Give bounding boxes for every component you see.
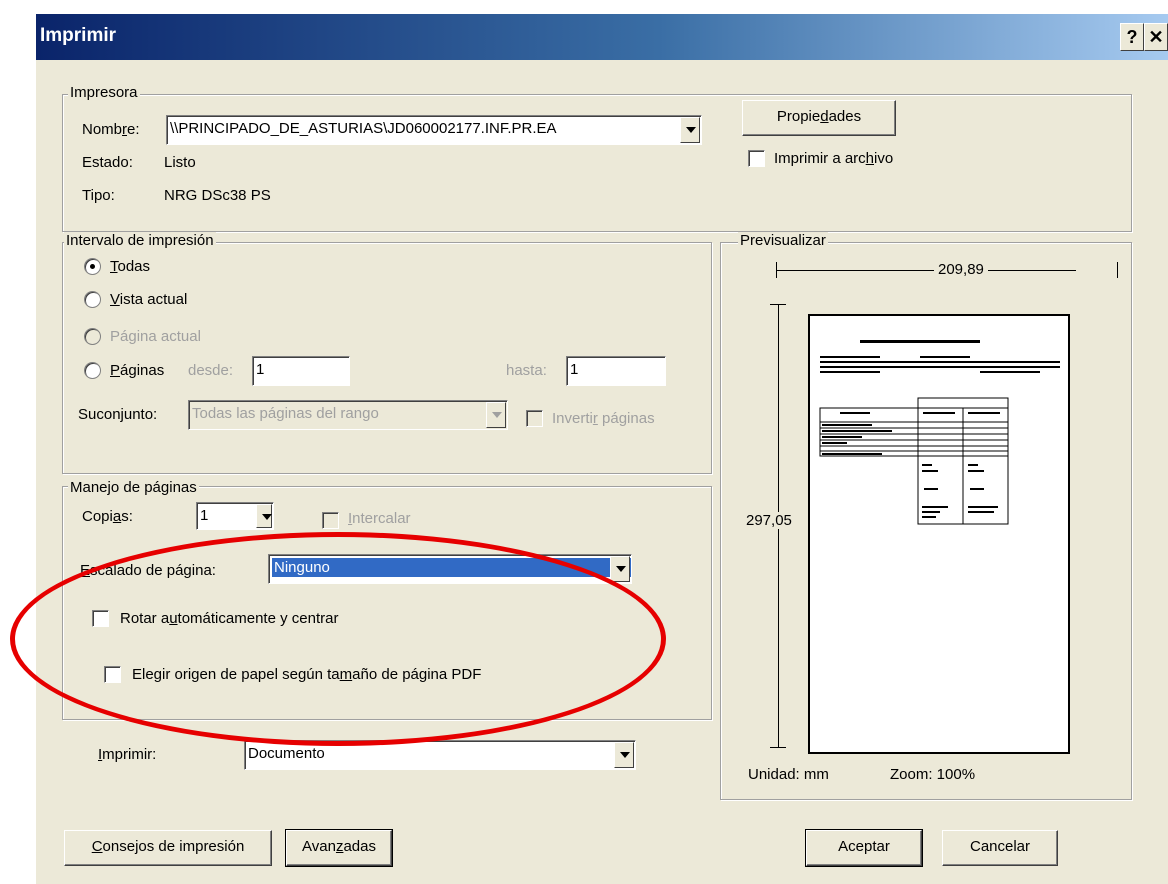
print-to-file-checkbox[interactable] [748, 150, 765, 167]
subset-value: Todas las páginas del rango [192, 405, 379, 422]
auto-rotate-label: Rotar automáticamente y centrar [120, 610, 339, 627]
radio-current-view[interactable] [84, 291, 101, 308]
printer-type-label: Tipo: [82, 187, 115, 204]
copies-label: Copias: [82, 508, 133, 525]
radio-pages-label: Páginas [110, 362, 165, 379]
print-range-legend: Intervalo de impresión [64, 232, 216, 249]
collate-checkbox[interactable] [322, 512, 339, 529]
close-button[interactable]: ✕ [1144, 23, 1168, 51]
print-tips-button[interactable]: Consejos de impresión [64, 830, 272, 866]
chevron-down-icon[interactable] [486, 402, 506, 428]
scaling-label: Escalado de página: [80, 562, 216, 579]
radio-all-label: Todas [110, 258, 151, 275]
radio-current-page-label: Página actual [110, 328, 201, 345]
printer-name-value: \\PRINCIPADO_DE_ASTURIAS\JD060002177.INF… [170, 120, 557, 137]
preview-legend: Previsualizar [738, 232, 828, 249]
printer-state-value: Listo [164, 154, 196, 171]
title-bar[interactable]: Imprimir ? ✕ [36, 14, 1168, 60]
print-dialog: Imprimir ? ✕ Impresora Nombre: \\PRINCIP… [36, 14, 1168, 884]
radio-pages[interactable] [84, 362, 101, 379]
scaling-select[interactable]: Ninguno [268, 554, 632, 584]
scaling-value: Ninguno [272, 558, 631, 577]
printer-legend: Impresora [68, 84, 140, 101]
pages-to-input[interactable]: 1 [566, 356, 666, 386]
printer-state-label: Estado: [82, 154, 133, 171]
page-preview [808, 314, 1070, 754]
stepper-arrows-icon[interactable] [256, 504, 272, 528]
pages-to-label: hasta: [506, 362, 547, 379]
width-dimension-tick-left [776, 262, 777, 278]
copies-value: 1 [200, 507, 209, 524]
page-handling-legend: Manejo de páginas [68, 479, 199, 496]
auto-rotate-checkbox[interactable] [92, 610, 109, 627]
pages-from-input[interactable]: 1 [252, 356, 350, 386]
printer-type-value: NRG DSc38 PS [164, 187, 271, 204]
printer-name-label: Nombre: [82, 121, 140, 138]
properties-button[interactable]: Propiedades [742, 100, 896, 136]
subset-label: Suconjunto: [78, 406, 158, 423]
window-title: Imprimir [40, 25, 117, 46]
width-dimension-tick-right [1117, 262, 1118, 278]
radio-current-view-label: Vista actual [110, 291, 188, 308]
print-to-file-label: Imprimir a archivo [774, 150, 894, 167]
advanced-button[interactable]: Avanzadas [285, 829, 393, 867]
reverse-pages-checkbox[interactable] [526, 410, 543, 427]
copies-stepper[interactable]: 1 [196, 502, 274, 530]
preview-height: 297,05 [746, 512, 792, 529]
collate-label: Intercalar [348, 510, 411, 527]
page-preview-thumbnail [819, 340, 1060, 525]
chevron-down-icon[interactable] [610, 556, 630, 582]
print-what-select[interactable]: Documento [244, 740, 636, 770]
radio-current-page[interactable] [84, 328, 101, 345]
chevron-down-icon[interactable] [680, 117, 700, 143]
paper-source-label: Elegir origen de papel según tamaño de p… [132, 666, 482, 683]
radio-all[interactable] [84, 258, 101, 275]
print-what-label: Imprimir: [98, 746, 157, 763]
reverse-pages-label: Invertir páginas [552, 410, 655, 427]
paper-source-checkbox[interactable] [104, 666, 121, 683]
help-button[interactable]: ? [1120, 23, 1144, 51]
preview-width: 209,89 [934, 261, 988, 278]
pages-from-label: desde: [188, 362, 234, 379]
print-what-value: Documento [248, 745, 325, 762]
cancel-button[interactable]: Cancelar [942, 830, 1058, 866]
printer-name-select[interactable]: \\PRINCIPADO_DE_ASTURIAS\JD060002177.INF… [166, 115, 702, 145]
height-dimension-tick-top [770, 304, 786, 305]
width-dimension-line [776, 270, 1076, 271]
preview-zoom: Zoom: 100% [890, 766, 976, 783]
subset-select[interactable]: Todas las páginas del rango [188, 400, 508, 430]
preview-unit: Unidad: mm [748, 766, 829, 783]
ok-button[interactable]: Aceptar [805, 829, 923, 867]
chevron-down-icon[interactable] [614, 742, 634, 768]
height-dimension-tick-bottom [770, 747, 786, 748]
